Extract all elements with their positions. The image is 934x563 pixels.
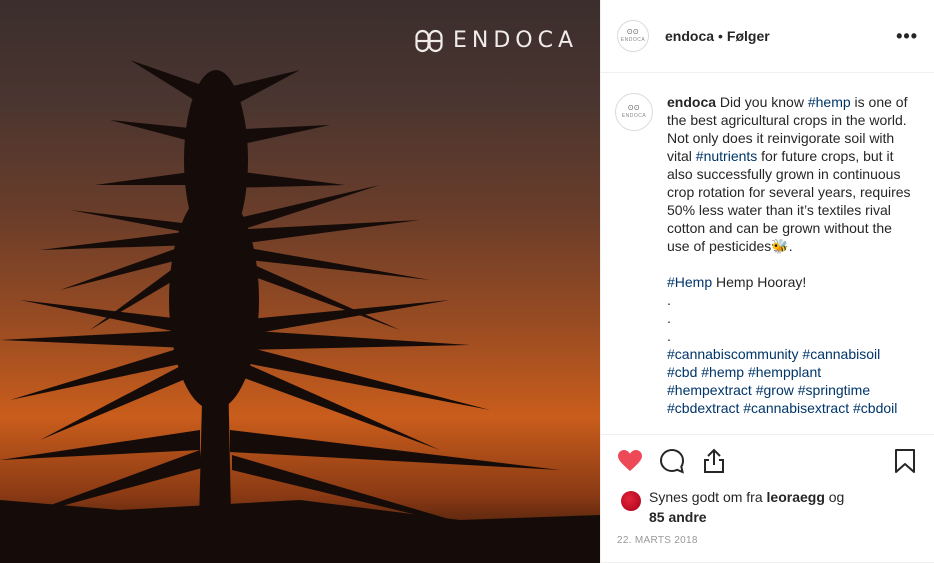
post-caption: endoca Did you know #hemp is one of the … xyxy=(667,93,918,434)
caption-avatar[interactable]: ʘʘ ENDOCA xyxy=(615,93,653,131)
hashtag-link[interactable]: #cannabisextract xyxy=(743,400,849,416)
endoca-avatar-logo-icon: ʘʘ xyxy=(628,105,640,112)
avatar[interactable]: ʘʘ ENDOCA xyxy=(617,20,649,52)
likes-text: Synes godt om fra leoraegg og 85 andre xyxy=(649,487,844,527)
caption-avatar-text: ENDOCA xyxy=(621,113,647,119)
hashtag-link[interactable]: #nutrients xyxy=(696,148,757,164)
hashtag-link[interactable]: #cbdextract xyxy=(667,400,739,416)
more-options-icon[interactable]: ••• xyxy=(896,26,918,47)
share-icon xyxy=(704,448,724,473)
hashtag-line: #cbdextract #cannabisextract #cbdoil xyxy=(667,399,918,417)
caption-body: endoca Did you know #hemp is one of the … xyxy=(667,93,918,255)
post-header: ʘʘ ENDOCA endoca • Følger ••• xyxy=(601,0,934,73)
avatar-text: ENDOCA xyxy=(620,37,646,43)
caption-dot: . xyxy=(667,292,671,308)
caption-username[interactable]: endoca xyxy=(667,94,716,110)
caption-text: Did you know xyxy=(716,94,808,110)
comment-icon xyxy=(659,448,685,474)
hashtag-link[interactable]: #cbd xyxy=(667,364,697,380)
hashtag-link[interactable]: #springtime xyxy=(798,382,870,398)
comment-button[interactable] xyxy=(659,448,685,474)
hashtag-link[interactable]: #hemp xyxy=(701,364,744,380)
hashtag-link[interactable]: #hempplant xyxy=(748,364,821,380)
hashtag-line: #cannabiscommunity #cannabisoil xyxy=(667,345,918,363)
hashtag-link[interactable]: #cbdoil xyxy=(853,400,897,416)
hashtag-line: #hempextract #grow #springtime xyxy=(667,381,918,399)
liker-username[interactable]: leoraegg xyxy=(767,489,825,505)
caption-hooray: #Hemp Hemp Hooray! xyxy=(667,273,918,291)
hashtag-link[interactable]: #Hemp xyxy=(667,274,712,290)
caption-text: Hemp Hooray! xyxy=(712,274,807,290)
endoca-avatar-logo-icon: ʘʘ xyxy=(627,29,639,36)
brand-watermark: ENDOCA xyxy=(415,28,578,53)
hashtag-line: #cbd #hemp #hempplant xyxy=(667,363,918,381)
likes-middle: og xyxy=(824,489,845,505)
hashtag-link[interactable]: #cannabiscommunity xyxy=(667,346,799,362)
hashtag-link[interactable]: #hempextract xyxy=(667,382,752,398)
comments-area: ʘʘ ENDOCA endoca Did you know #hemp is o… xyxy=(601,73,934,435)
hashtag-link[interactable]: #grow xyxy=(756,382,794,398)
share-button[interactable] xyxy=(701,448,727,474)
save-button[interactable] xyxy=(892,448,918,474)
post-image[interactable]: ENDOCA xyxy=(0,0,600,563)
instagram-post: ENDOCA ʘʘ ENDOCA endoca • Følger ••• ʘʘ … xyxy=(0,0,934,563)
caption-dot: . xyxy=(667,328,671,344)
header-username[interactable]: endoca xyxy=(665,28,714,44)
action-bar xyxy=(601,435,934,487)
heart-icon xyxy=(618,450,642,471)
brand-name: ENDOCA xyxy=(452,28,578,53)
header-separator: • xyxy=(718,28,723,44)
follow-button[interactable]: Følger xyxy=(727,28,770,44)
hashtag-link[interactable]: #hemp xyxy=(808,94,851,110)
like-button[interactable] xyxy=(617,448,643,474)
hemp-plant-silhouette xyxy=(0,60,600,563)
post-side-panel: ʘʘ ENDOCA endoca • Følger ••• ʘʘ ENDOCA … xyxy=(600,0,934,563)
likes-prefix: Synes godt om fra xyxy=(649,489,767,505)
endoca-logo-icon xyxy=(415,29,443,52)
likes-summary: Synes godt om fra leoraegg og 85 andre xyxy=(601,487,934,527)
hashtag-link[interactable]: #cannabisoil xyxy=(802,346,880,362)
post-date[interactable]: 22. MARTS 2018 xyxy=(601,527,934,563)
likes-count[interactable]: 85 andre xyxy=(649,509,707,525)
caption-dot: . xyxy=(667,310,671,326)
bookmark-icon xyxy=(895,449,915,473)
liker-avatar[interactable] xyxy=(621,491,641,511)
